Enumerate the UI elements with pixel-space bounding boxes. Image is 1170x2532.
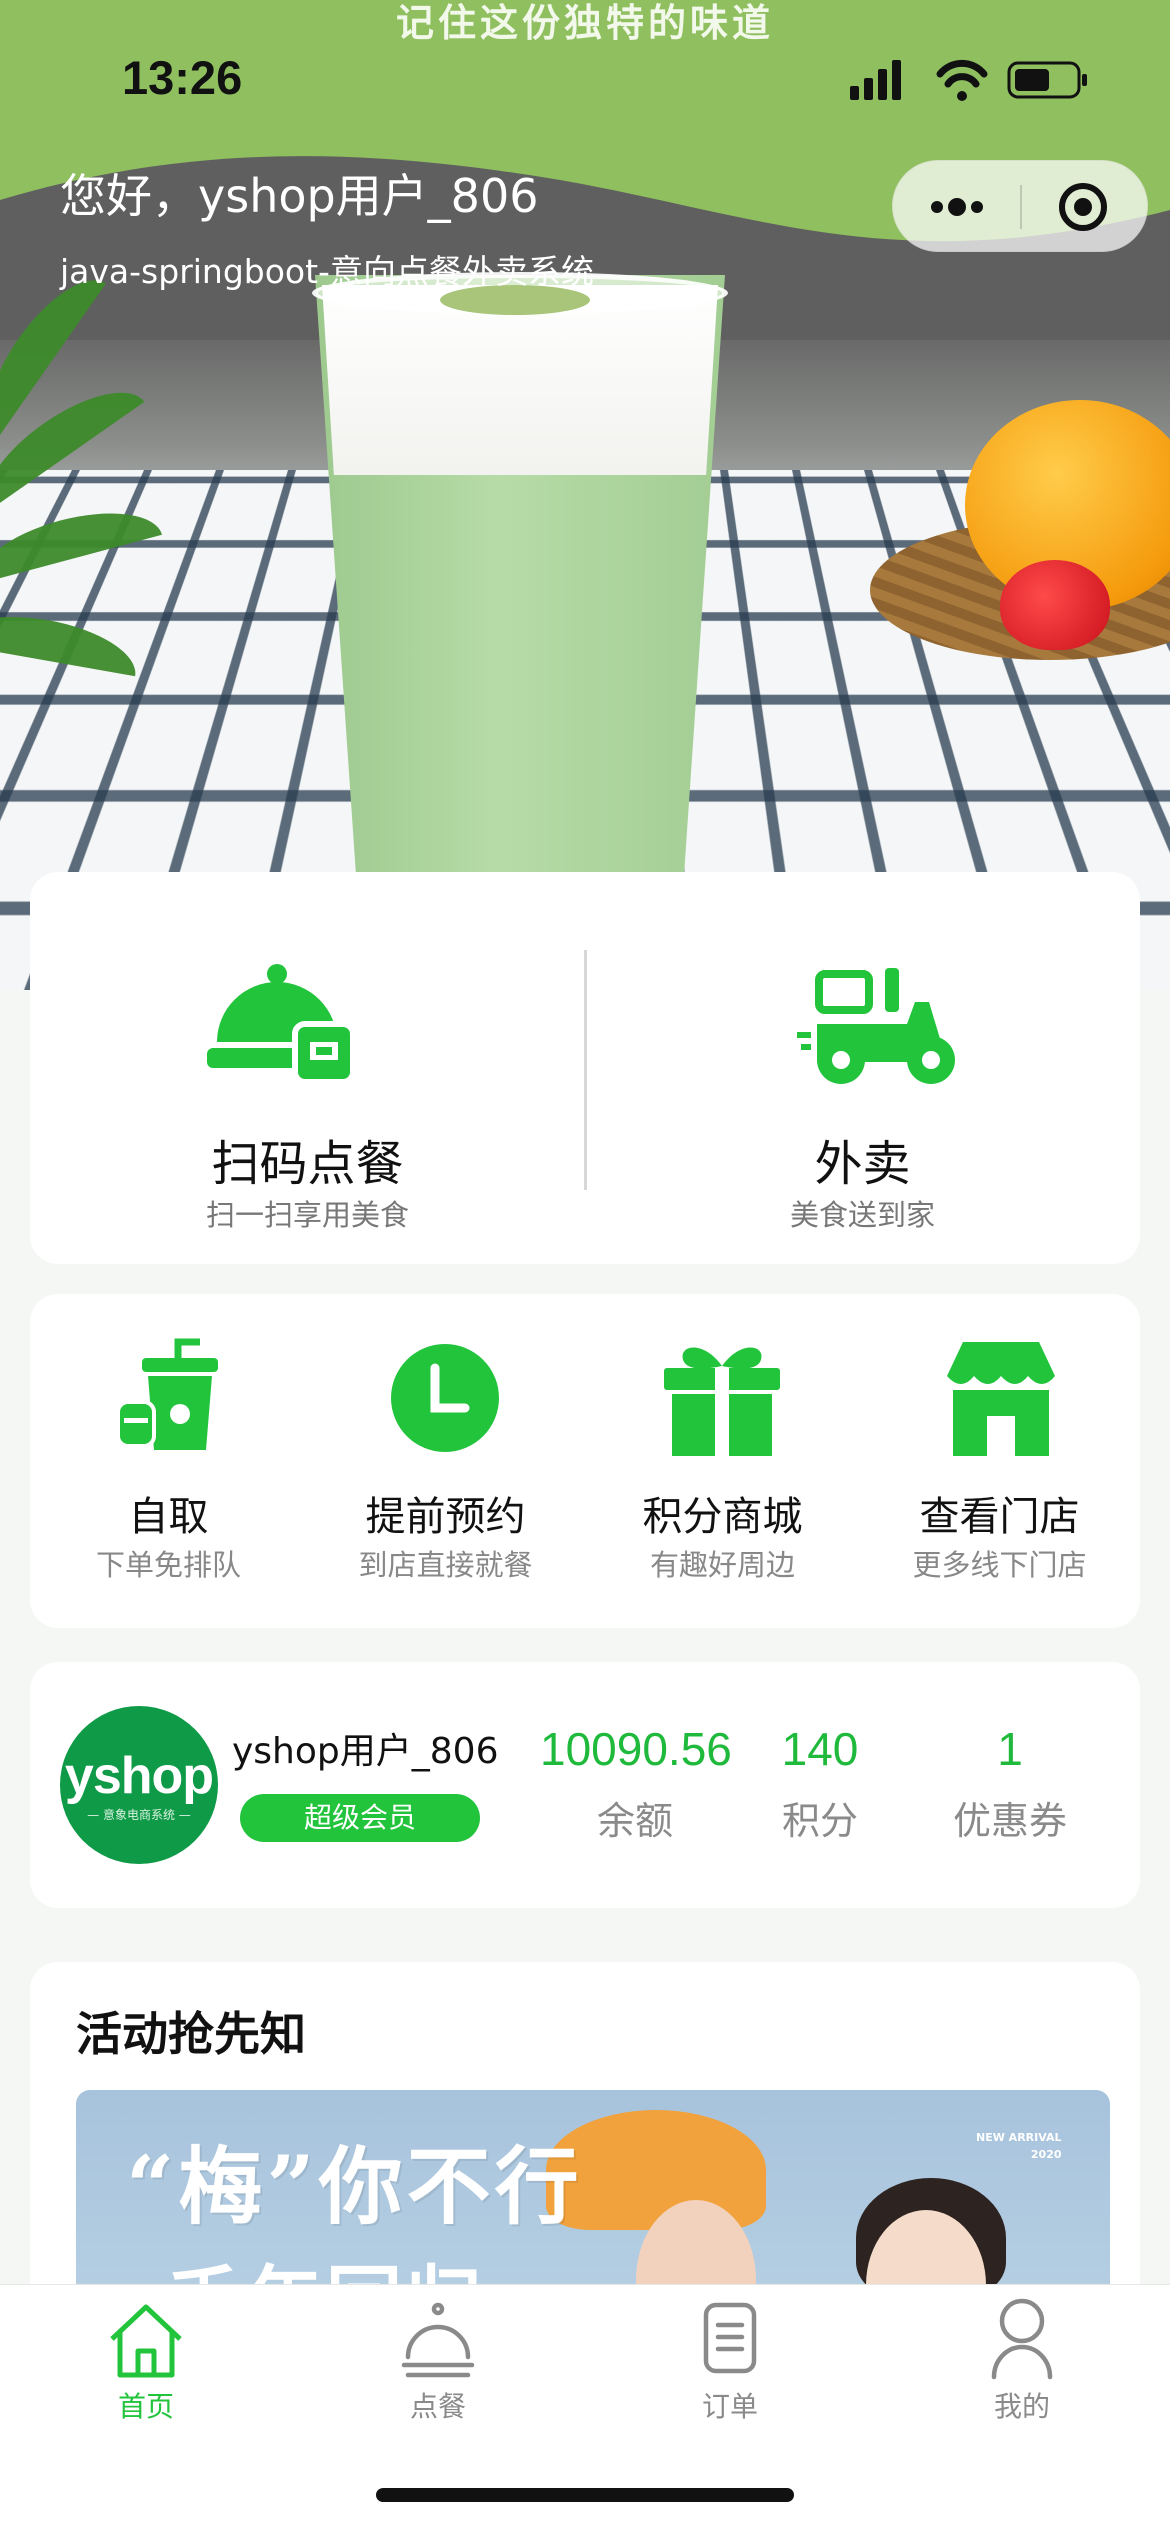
main-actions-card: 扫码点餐 扫一扫享用美食 外卖 美食送到家 [30, 872, 1140, 1264]
balance-stat[interactable]: 10090.56 余额 [540, 1722, 730, 1845]
capsule-divider [1020, 185, 1022, 229]
miniprogram-capsule [892, 160, 1148, 252]
app-subtitle: java-springboot-意向点餐外卖系统 [60, 245, 594, 293]
banner-tag-line2: 2020 [976, 2147, 1062, 2164]
signal-icon [850, 60, 901, 100]
more-icon[interactable] [927, 183, 987, 231]
balance-value: 10090.56 [540, 1722, 730, 1776]
status-icons [850, 56, 1090, 104]
points-mall-desc: 有趣好周边 [584, 1542, 861, 1584]
delivery-desc: 美食送到家 [585, 1192, 1140, 1234]
status-time: 13:26 [122, 50, 242, 105]
tab-orders-label: 订单 [584, 2385, 876, 2425]
view-stores-title: 查看门店 [861, 1484, 1138, 1542]
greeting-text: 您好，yshop用户_806 [60, 160, 539, 226]
points-mall-title: 积分商城 [584, 1484, 861, 1542]
reserve-title: 提前预约 [307, 1484, 584, 1542]
tab-home-label: 首页 [0, 2385, 292, 2425]
reserve-desc: 到店直接就餐 [307, 1542, 584, 1584]
home-icon [0, 2297, 292, 2381]
gift-icon [584, 1338, 861, 1468]
avatar[interactable]: yshop — 意象电商系统 — [60, 1706, 218, 1864]
scan-order-title: 扫码点餐 [30, 1124, 585, 1194]
wifi-icon [940, 63, 984, 101]
balance-label: 余额 [540, 1790, 730, 1845]
tab-order-food-label: 点餐 [292, 2385, 584, 2425]
pickup-title: 自取 [30, 1484, 307, 1542]
cloche-icon [30, 962, 585, 1092]
coupons-value: 1 [940, 1722, 1080, 1776]
avatar-logo-text: yshop [60, 1746, 218, 1806]
points-mall-button[interactable]: 积分商城 有趣好周边 [584, 1294, 861, 1628]
close-miniprogram-icon[interactable] [1053, 183, 1113, 231]
points-label: 积分 [760, 1790, 880, 1845]
tab-home[interactable]: 首页 [0, 2285, 292, 2465]
scan-order-button[interactable]: 扫码点餐 扫一扫享用美食 [30, 872, 585, 1264]
delivery-title: 外卖 [585, 1124, 1140, 1194]
pickup-button[interactable]: 自取 下单免排队 [30, 1294, 307, 1628]
battery-icon [1009, 63, 1087, 97]
member-name: yshop用户_806 [232, 1722, 498, 1774]
scan-order-desc: 扫一扫享用美食 [30, 1192, 585, 1234]
avatar-logo-sub: — 意象电商系统 — [60, 1806, 218, 1823]
clock-icon [307, 1338, 584, 1468]
coupons-label: 优惠券 [940, 1790, 1080, 1845]
hero-banner: 记住这份独特的味道 您好，yshop用户_806 java-springboot… [0, 0, 1170, 990]
hero-slogan: 记住这份独特的味道 [0, 0, 1170, 47]
banner-title: “梅”你不行 [126, 2120, 583, 2241]
cloche-icon [292, 2297, 584, 2381]
points-stat[interactable]: 140 积分 [760, 1722, 880, 1845]
view-stores-desc: 更多线下门店 [861, 1542, 1138, 1584]
tab-orders[interactable]: 订单 [584, 2285, 876, 2465]
drink-cup-icon [30, 1338, 307, 1468]
strawberry-fruit [1000, 560, 1110, 650]
scooter-icon [585, 962, 1140, 1092]
view-stores-button[interactable]: 查看门店 更多线下门店 [861, 1294, 1138, 1628]
store-icon [861, 1338, 1138, 1468]
home-indicator [376, 2488, 794, 2502]
tab-order-food[interactable]: 点餐 [292, 2285, 584, 2465]
banner-tag-line1: NEW ARRIVAL [976, 2130, 1062, 2147]
member-card[interactable]: yshop — 意象电商系统 — yshop用户_806 超级会员 10090.… [30, 1662, 1140, 1908]
order-list-icon [584, 2297, 876, 2381]
points-value: 140 [760, 1722, 880, 1776]
activity-title: 活动抢先知 [76, 1998, 306, 2064]
pickup-desc: 下单免排队 [30, 1542, 307, 1584]
banner-tag: NEW ARRIVAL 2020 [976, 2130, 1062, 2163]
tab-profile[interactable]: 我的 [876, 2285, 1168, 2465]
coupons-stat[interactable]: 1 优惠券 [940, 1722, 1080, 1845]
tab-profile-label: 我的 [876, 2385, 1168, 2425]
member-level-badge: 超级会员 [240, 1794, 480, 1842]
quick-actions-card: 自取 下单免排队 提前预约 到店直接就餐 积分商城 有趣好周边 查看门店 更多线… [30, 1294, 1140, 1628]
user-icon [876, 2297, 1168, 2381]
delivery-button[interactable]: 外卖 美食送到家 [585, 872, 1140, 1264]
reserve-button[interactable]: 提前预约 到店直接就餐 [307, 1294, 584, 1628]
